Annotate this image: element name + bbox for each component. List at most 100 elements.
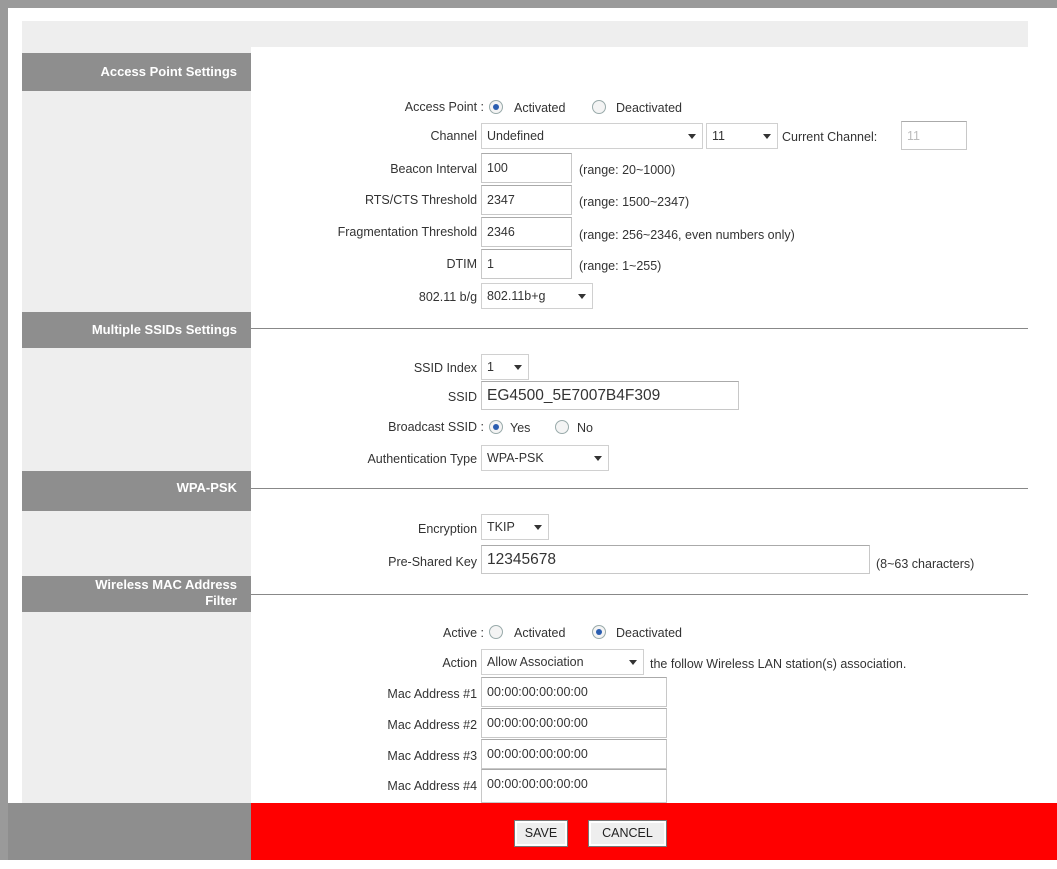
channel-label: Channel : [430,129,484,143]
mac-address-3-input[interactable]: 00:00:00:00:00:00 [481,739,667,769]
access-point-deactivated-label: Deactivated [616,101,683,115]
pre-shared-key-hint: (8~63 characters) [876,557,975,571]
mac-address-1-label: Mac Address #1 : [387,687,484,701]
rts-threshold-label: RTS/CTS Threshold : [364,193,484,207]
fragmentation-threshold-label: Fragmentation Threshold : [337,225,484,239]
current-channel-field: 11 [901,121,967,150]
wireless-mode-select[interactable]: 802.11b+g [481,283,593,309]
broadcast-no-label: No [577,421,593,435]
pre-shared-key-input[interactable]: 12345678 [481,545,870,574]
wireless-mode-value: 802.11b+g [487,289,546,303]
beacon-interval-label: Beacon Interval : [390,162,484,176]
mac-address-3-label: Mac Address #3 : [387,749,484,763]
ssid-value: EG4500_5E7007B4F309 [487,387,661,404]
section-title-mac-filter-line1: Wireless MAC Address [95,577,237,592]
mac-filter-action-label: Action : [442,656,484,670]
authentication-type-label: Authentication Type : [367,452,484,466]
window-top-border [0,0,1057,8]
chevron-down-icon [629,660,637,665]
footer-gray-bar [8,803,251,860]
section-divider [251,594,1028,595]
mac-filter-active-label: Active : [443,626,484,640]
ssid-index-select[interactable]: 1 [481,354,529,380]
chevron-down-icon [578,294,586,299]
window-bottom-margin [0,860,1057,869]
mac-filter-activated-radio[interactable] [489,625,503,639]
section-divider [251,328,1028,329]
mac-filter-deactivated-radio[interactable] [592,625,606,639]
encryption-select[interactable]: TKIP [481,514,549,540]
mac-filter-action-suffix: the follow Wireless LAN station(s) assoc… [650,657,907,671]
section-title-wpa-psk: WPA-PSK [176,480,237,495]
current-channel-label: Current Channel: [782,130,878,144]
rts-threshold-input[interactable]: 2347 [481,185,572,215]
encryption-value: TKIP [487,520,515,534]
mac-address-2-value: 00:00:00:00:00:00 [487,716,588,730]
mac-address-4-value: 00:00:00:00:00:00 [487,777,588,791]
channel-number-select[interactable]: 11 [706,123,778,149]
wireless-mode-label: 802.11 b/g : [418,290,484,304]
section-header-multiple-ssids: Multiple SSIDs Settings [22,312,251,348]
fragmentation-threshold-value: 2346 [487,225,515,239]
section-divider [251,488,1028,489]
channel-number-value: 11 [712,129,725,143]
fragmentation-threshold-range: (range: 256~2346, even numbers only) [579,228,795,242]
ssid-input[interactable]: EG4500_5E7007B4F309 [481,381,739,410]
chevron-down-icon [688,134,696,139]
beacon-interval-input[interactable]: 100 [481,153,572,183]
pre-shared-key-value: 12345678 [487,551,556,568]
dtim-label: DTIM : [446,257,485,271]
chevron-down-icon [534,525,542,530]
access-point-activated-radio[interactable] [489,100,503,114]
ssid-index-value: 1 [487,360,494,374]
mac-address-3-value: 00:00:00:00:00:00 [487,747,588,761]
section-title-multiple-ssids: Multiple SSIDs Settings [91,322,237,337]
section-header-mac-filter: Wireless MAC Address Filter [22,576,251,612]
mac-filter-activated-label: Activated [514,626,566,640]
dtim-value: 1 [487,257,494,271]
authentication-type-select[interactable]: WPA-PSK [481,445,609,471]
channel-region-select[interactable]: Undefined [481,123,703,149]
mac-address-4-label: Mac Address #4 : [387,779,484,793]
broadcast-yes-label: Yes [510,421,531,435]
mac-address-1-value: 00:00:00:00:00:00 [487,685,588,699]
rts-threshold-value: 2347 [487,193,515,207]
chevron-down-icon [594,456,602,461]
mac-filter-action-value: Allow Association [487,655,584,669]
beacon-interval-range: (range: 20~1000) [579,163,676,177]
mac-address-4-input[interactable]: 00:00:00:00:00:00 [481,769,667,803]
broadcast-no-radio[interactable] [555,420,569,434]
channel-region-value: Undefined [487,129,544,143]
window-left-border [0,0,8,869]
dtim-range: (range: 1~255) [579,259,662,273]
access-point-deactivated-radio[interactable] [592,100,606,114]
current-channel-value: 11 [907,129,920,143]
section-title-access-point: Access Point Settings [100,64,237,79]
left-column-panel [22,47,251,803]
section-header-access-point: Access Point Settings [22,53,251,91]
section-header-wpa-psk: WPA-PSK [22,471,251,511]
save-button[interactable]: SAVE [514,820,568,847]
beacon-interval-value: 100 [487,161,508,175]
encryption-label: Encryption : [417,522,484,536]
broadcast-yes-radio[interactable] [489,420,503,434]
rts-threshold-range: (range: 1500~2347) [579,195,690,209]
cancel-button[interactable]: CANCEL [588,820,667,847]
pre-shared-key-label: Pre-Shared Key : [388,555,484,569]
chevron-down-icon [763,134,771,139]
access-point-label: Access Point : [404,100,484,114]
mac-address-1-input[interactable]: 00:00:00:00:00:00 [481,677,667,707]
section-title-mac-filter-line2: Filter [205,593,237,608]
mac-filter-deactivated-label: Deactivated [616,626,683,640]
dtim-input[interactable]: 1 [481,249,572,279]
broadcast-ssid-label: Broadcast SSID : [388,420,484,434]
fragmentation-threshold-input[interactable]: 2346 [481,217,572,247]
ssid-index-label: SSID Index : [413,361,484,375]
mac-address-2-input[interactable]: 00:00:00:00:00:00 [481,708,667,738]
mac-filter-action-select[interactable]: Allow Association [481,649,644,675]
access-point-activated-label: Activated [514,101,566,115]
chevron-down-icon [514,365,522,370]
mac-address-2-label: Mac Address #2 : [387,718,484,732]
ssid-label: SSID : [447,390,484,404]
authentication-type-value: WPA-PSK [487,451,544,465]
